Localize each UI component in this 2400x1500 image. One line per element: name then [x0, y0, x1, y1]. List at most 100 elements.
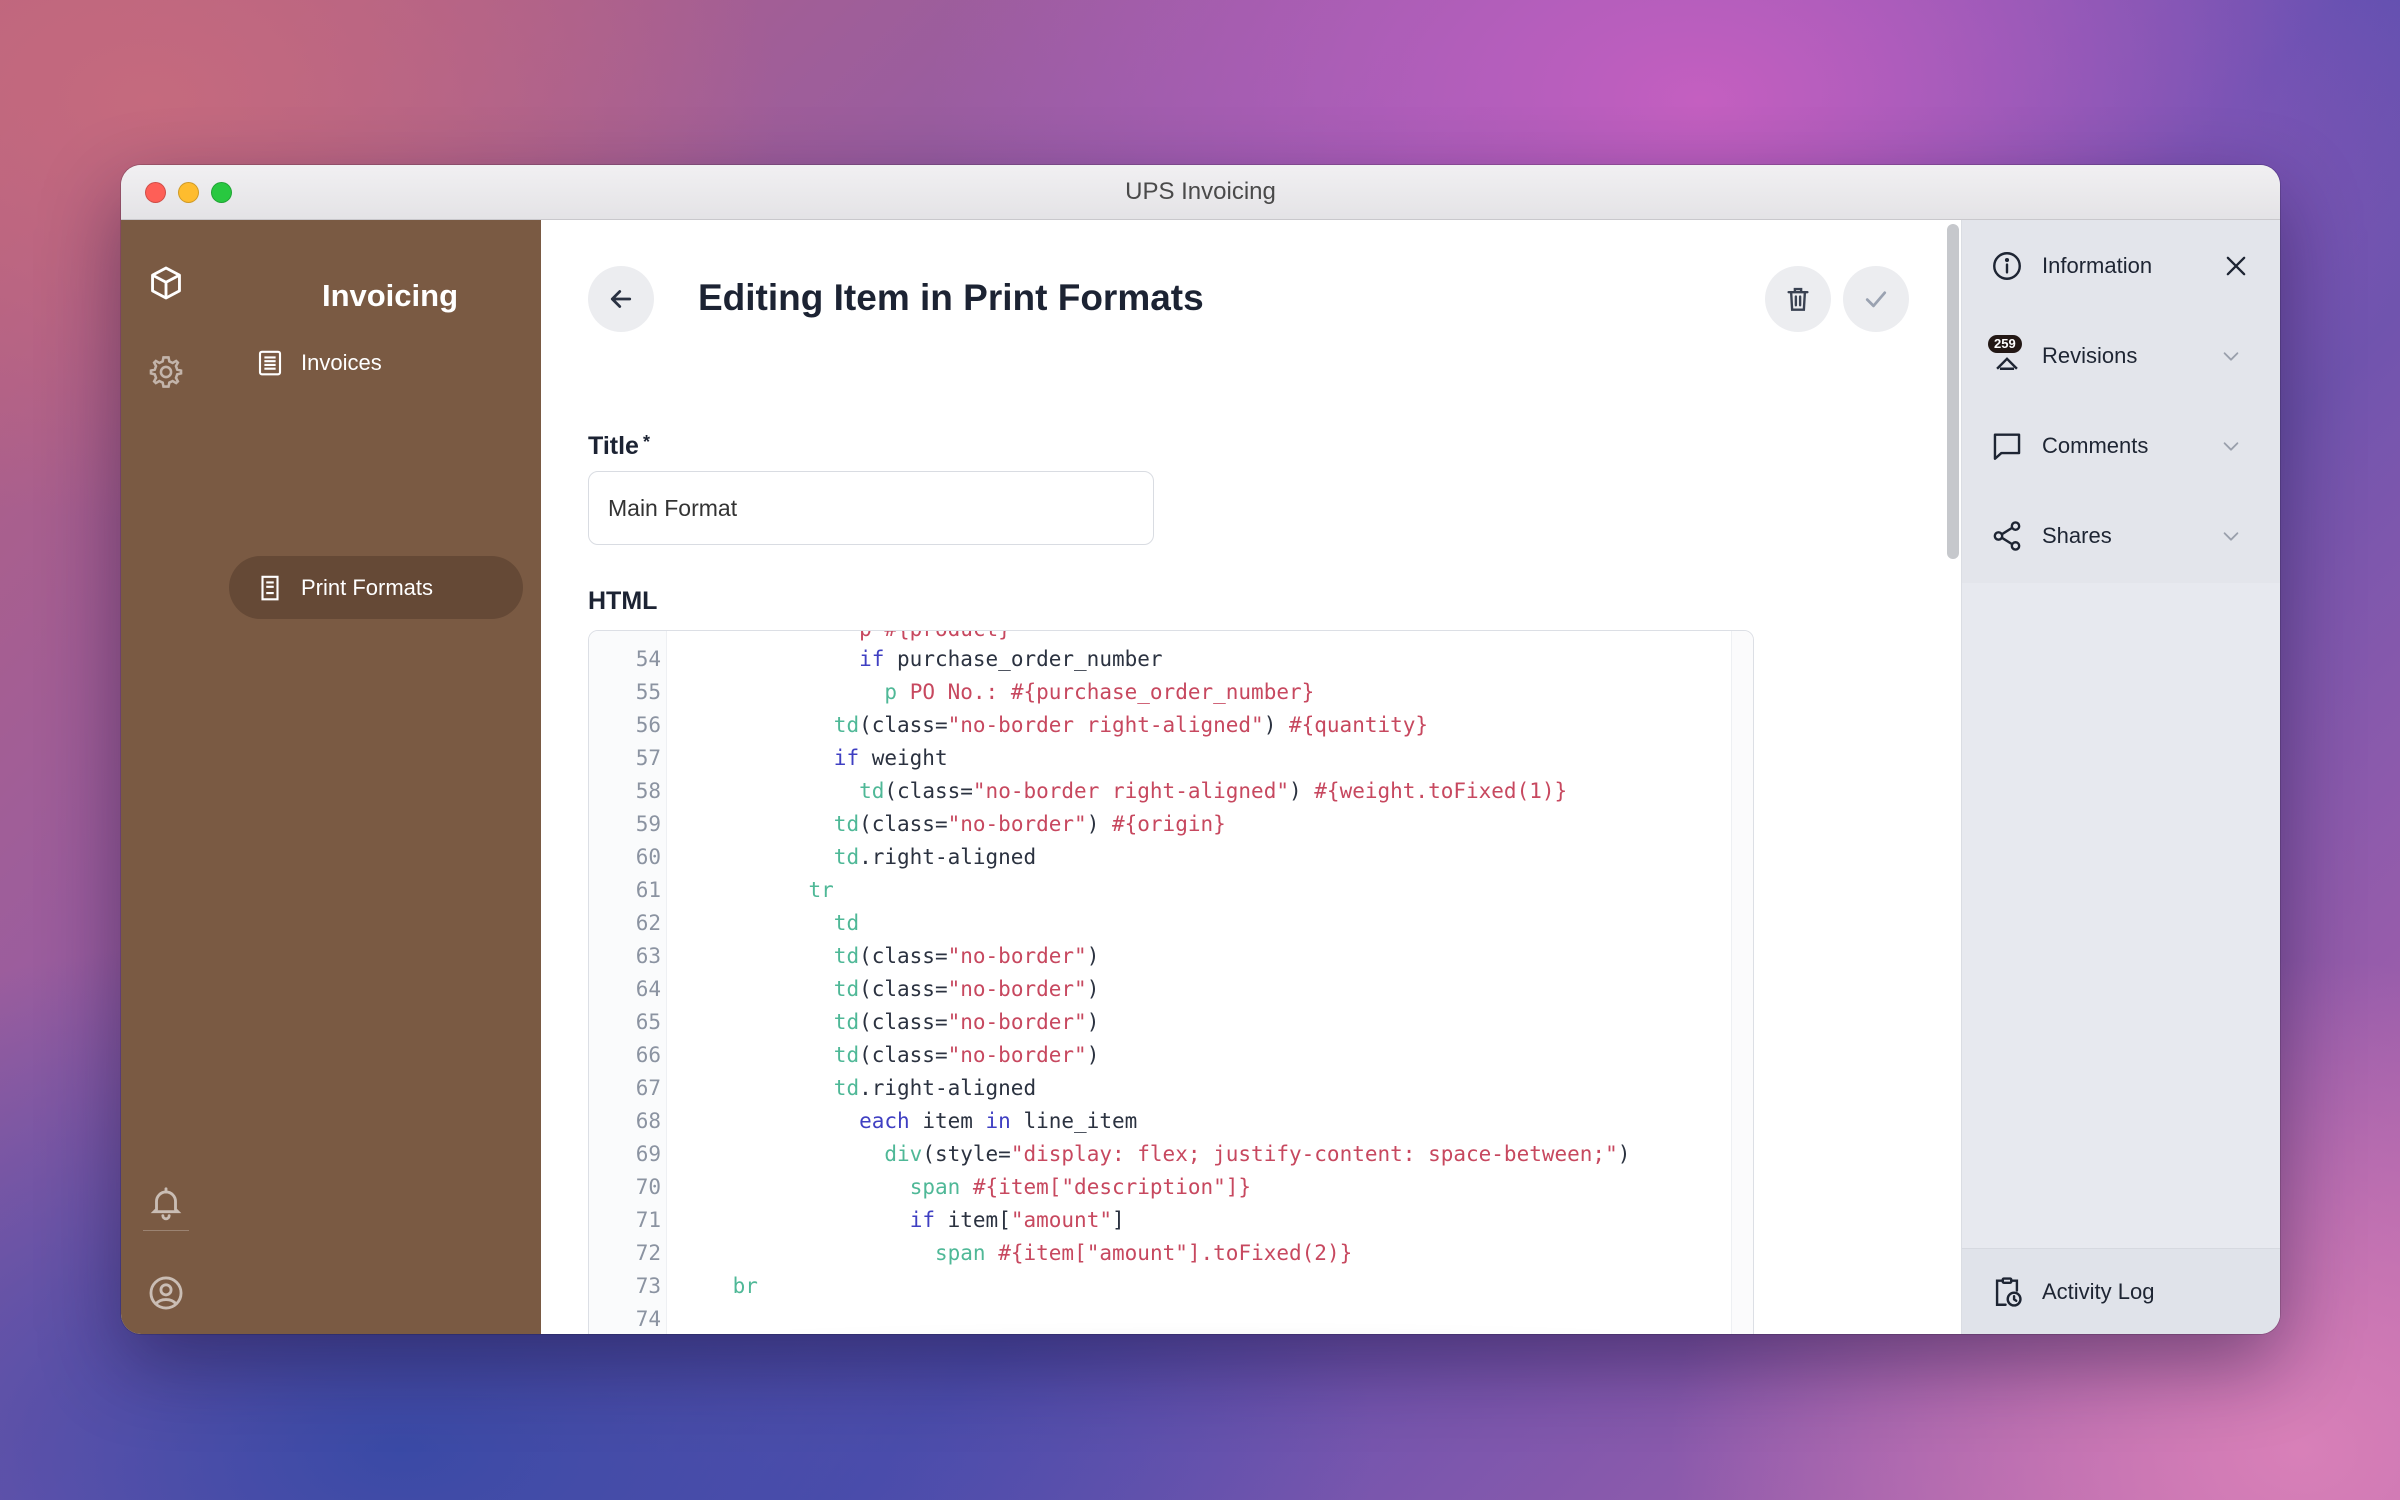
code-token: p: [884, 680, 898, 704]
code-text: td(class="no-border"): [834, 940, 1100, 973]
code-line[interactable]: 63 td(class="no-border"): [589, 940, 1719, 973]
code-line[interactable]: 67 td.right-aligned: [589, 1072, 1719, 1105]
code-line[interactable]: 66 td(class="no-border"): [589, 1039, 1719, 1072]
icon-rail: [121, 220, 211, 1334]
shares-row[interactable]: Shares: [1990, 511, 2260, 561]
code-line[interactable]: 74: [589, 1303, 1719, 1334]
line-number: 65: [635, 1010, 661, 1034]
chevron-down-icon: [2223, 442, 2239, 451]
code-line[interactable]: 69 div(style="display: flex; justify-cont…: [589, 1138, 1719, 1171]
editor-scrollbar[interactable]: [1731, 631, 1753, 1334]
code-line[interactable]: 55 p PO No.: #{purchase_order_number}: [589, 676, 1719, 709]
code-text: span #{item["amount"].toFixed(2)}: [935, 1237, 1352, 1270]
code-token: br: [732, 1274, 758, 1298]
code-token: line_item: [1010, 1109, 1138, 1133]
check-icon: [1865, 291, 1887, 308]
title-input[interactable]: [588, 471, 1154, 545]
code-line[interactable]: 61 tr: [589, 874, 1719, 907]
code-text: br: [733, 1270, 758, 1303]
code-text: div(style="display: flex; justify-conten…: [884, 1138, 1630, 1171]
code-token: span: [935, 1241, 986, 1265]
code-line[interactable]: 54 if purchase_order_number: [589, 643, 1719, 676]
code-line[interactable]: 59 td(class="no-border") #{origin}: [589, 808, 1719, 841]
code-line[interactable]: 58 td(class="no-border right-aligned") #{…: [589, 775, 1719, 808]
minimize-window-button[interactable]: [178, 182, 199, 203]
info-panel: Information 259 Revisions Comments Share…: [1961, 220, 2280, 1334]
code-line[interactable]: 64 td(class="no-border"): [589, 973, 1719, 1006]
line-number: 73: [635, 1274, 661, 1298]
line-number: 69: [635, 1142, 661, 1166]
code-text: each item in line_item: [859, 1105, 1137, 1138]
code-line[interactable]: 71 if item["amount"]: [589, 1204, 1719, 1237]
code-line[interactable]: 62 td: [589, 907, 1719, 940]
code-token: .right-aligned: [859, 845, 1037, 869]
code-token: ): [1263, 713, 1289, 737]
information-label: Information: [2042, 253, 2153, 278]
code-token: #{item["description"]}: [960, 1175, 1252, 1199]
zoom-window-button[interactable]: [211, 182, 232, 203]
code-token: (style=: [922, 1142, 1011, 1166]
code-token: "no-border": [947, 1010, 1087, 1034]
code-line[interactable]: 68 each item in line_item: [589, 1105, 1719, 1138]
code-token: if: [833, 746, 860, 770]
app-window: UPS Invoicing Invoicing Invoices Print F…: [121, 165, 2280, 1334]
chevron-down-icon: [2223, 532, 2239, 541]
code-token: each: [859, 1109, 910, 1133]
gear-icon[interactable]: [147, 353, 185, 391]
back-button[interactable]: [588, 266, 654, 332]
code-line[interactable]: 65 td(class="no-border"): [589, 1006, 1719, 1039]
close-icon[interactable]: [2222, 252, 2250, 280]
delete-button[interactable]: [1765, 266, 1831, 332]
user-circle-icon[interactable]: [147, 1274, 185, 1312]
code-line[interactable]: 73 br: [589, 1270, 1719, 1303]
code-token: td: [833, 911, 860, 935]
code-token: "no-border": [947, 944, 1087, 968]
code-text: p PO No.: #{purchase_order_number}: [884, 676, 1314, 709]
code-token: #{quantity}: [1288, 713, 1429, 737]
code-token: (class=: [859, 977, 948, 1001]
code-editor[interactable]: p #{product}54if purchase_order_number55…: [588, 630, 1754, 1334]
shares-label: Shares: [2042, 523, 2112, 548]
code-line[interactable]: 56 td(class="no-border right-aligned") #{…: [589, 709, 1719, 742]
sidebar-item-print-formats[interactable]: Print Formats: [229, 556, 523, 619]
activity-log-label: Activity Log: [2042, 1279, 2155, 1304]
code-token: "no-border": [947, 812, 1087, 836]
code-token: item: [909, 1109, 986, 1133]
code-text: td(class="no-border right-aligned") #{we…: [859, 775, 1567, 808]
save-button[interactable]: [1843, 266, 1909, 332]
code-token: "display: flex; justify-content: space-b…: [1010, 1142, 1618, 1166]
code-token: (class=: [859, 1010, 948, 1034]
comments-row[interactable]: Comments: [1990, 421, 2260, 471]
code-text: td(class="no-border right-aligned") #{qu…: [834, 709, 1428, 742]
main-scrollbar-thumb[interactable]: [1947, 224, 1959, 559]
close-window-button[interactable]: [145, 182, 166, 203]
code-text: td.right-aligned: [834, 1072, 1036, 1105]
line-number: 61: [635, 878, 661, 902]
comments-label: Comments: [2042, 433, 2149, 458]
revisions-icon-wrap: 259: [1988, 335, 2024, 373]
code-line[interactable]: 57 if weight: [589, 742, 1719, 775]
bell-icon[interactable]: [147, 1184, 185, 1222]
sidebar-item-label: Invoices: [301, 349, 382, 375]
code-token: in: [985, 1109, 1011, 1133]
line-number: 57: [635, 746, 661, 770]
code-token: td: [859, 779, 885, 803]
comment-icon: [1993, 433, 2021, 460]
revisions-row[interactable]: 259 Revisions: [1988, 331, 2260, 381]
page-title: Editing Item in Print Formats: [698, 277, 1204, 318]
code-line[interactable]: 72 span #{item["amount"].toFixed(2)}: [589, 1237, 1719, 1270]
sidebar-item-invoices[interactable]: Invoices: [229, 331, 523, 394]
box-icon[interactable]: [147, 264, 185, 302]
code-line[interactable]: 60 td.right-aligned: [589, 841, 1719, 874]
activity-log-button[interactable]: Activity Log: [1990, 1267, 2260, 1317]
information-row[interactable]: Information: [1990, 241, 2260, 291]
code-line[interactable]: 70 span #{item["description"]}: [589, 1171, 1719, 1204]
code-text: if purchase_order_number: [859, 643, 1162, 676]
code-token: weight: [859, 746, 948, 770]
code-text: if weight: [834, 742, 948, 775]
code-token: td: [833, 977, 860, 1001]
share-icon: [1993, 521, 2021, 551]
code-token: "no-border": [947, 1043, 1087, 1067]
sidebar-nav: Invoicing Invoices Print Formats: [211, 220, 541, 1334]
code-token: ): [1086, 944, 1100, 968]
